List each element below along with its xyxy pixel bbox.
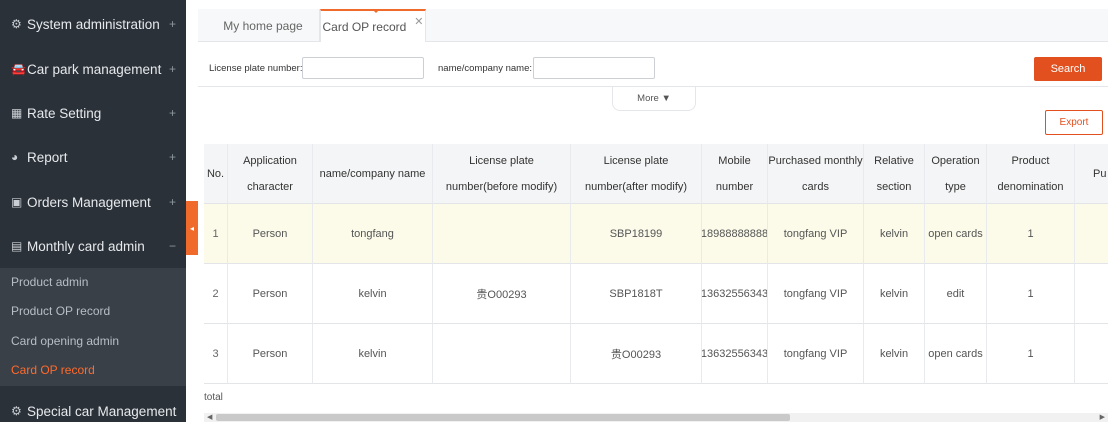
header-operation-type: Operation type (925, 144, 987, 204)
app-root: ⚙ System administration + 🚘 Car park man… (0, 0, 1108, 422)
sidebar-item-rate-setting[interactable]: ▦ Rate Setting + (0, 91, 186, 135)
sidebar-item-report[interactable]: ◕ Report + (0, 135, 186, 179)
expand-icon: + (168, 106, 176, 120)
card-icon: ▤ (11, 239, 23, 253)
close-icon[interactable]: ✕ (414, 15, 423, 28)
cell-purchased-cards: tongfang VIP (768, 324, 864, 384)
cell-product-denomination: 1 (987, 324, 1075, 384)
header-purchased-quantity: Pu qu (1075, 144, 1108, 204)
cell-mobile-number: 18988888888 (702, 204, 768, 264)
header-application-character: Application character (228, 144, 313, 204)
active-tab-marker (372, 9, 380, 13)
sidebar-item-monthly-card-admin[interactable]: ▤ Monthly card admin − (0, 224, 186, 268)
sidebar-item-label: Report (27, 149, 68, 165)
tab-label: My home page (223, 18, 303, 33)
expand-icon: + (168, 150, 176, 164)
scroll-right-icon[interactable]: ▶ (1100, 413, 1105, 422)
cell-plate-after: SBP1818T (571, 264, 702, 324)
cell-operation-type: open cards (925, 204, 987, 264)
cell-plate-before: 贵O00293 (433, 264, 571, 324)
scroll-left-icon[interactable]: ◀ (207, 413, 212, 422)
more-filters-button[interactable]: More ▼ (612, 87, 696, 111)
cell-name-company: tongfang (313, 204, 433, 264)
collapse-icon: − (168, 239, 176, 253)
car-icon: 🚘 (11, 62, 26, 76)
header-no: No. (204, 144, 228, 204)
cell-purchased-quantity (1075, 204, 1108, 264)
cell-plate-before (433, 324, 571, 384)
cell-product-denomination: 1 (987, 264, 1075, 324)
cell-relative-section: kelvin (864, 204, 925, 264)
cell-no: 1 (204, 204, 228, 264)
plate-number-label: License plate number: (209, 63, 303, 74)
cell-name-company: kelvin (313, 264, 433, 324)
header-purchased-cards: Purchased monthly cards (768, 144, 864, 204)
cell-plate-before (433, 204, 571, 264)
sidebar-item-label: Monthly card admin (27, 238, 145, 254)
gear-icon: ⚙ (11, 404, 22, 418)
monthly-card-submenu: Product admin Product OP record Card ope… (0, 268, 186, 386)
search-button[interactable]: Search (1034, 57, 1102, 81)
sidebar-item-label: Car park management (27, 61, 162, 77)
submenu-item-card-op-record[interactable]: Card OP record (11, 363, 95, 377)
cell-plate-after: SBP18199 (571, 204, 702, 264)
cell-no: 3 (204, 324, 228, 384)
submenu-item-card-opening-admin[interactable]: Card opening admin (11, 334, 119, 348)
export-button[interactable]: Export (1045, 110, 1103, 135)
sidebar-item-system-administration[interactable]: ⚙ System administration + (0, 2, 186, 46)
sidebar-collapse-toggle[interactable]: ◂ (186, 201, 198, 255)
cell-mobile-number: 13632556343 (702, 264, 768, 324)
orders-icon: ▣ (11, 195, 23, 209)
sidebar-item-label: System administration (27, 16, 160, 32)
sidebar-item-orders-management[interactable]: ▣ Orders Management + (0, 180, 186, 224)
expand-icon: + (168, 17, 176, 31)
expand-icon: + (168, 195, 176, 209)
cell-plate-after: 贵O00293 (571, 324, 702, 384)
tab-label: Card OP record (322, 19, 407, 34)
header-relative-section: Relative section (864, 144, 925, 204)
sidebar-item-label: Special car Management (27, 403, 177, 419)
header-plate-before: License plate number(before modify) (433, 144, 571, 204)
tab-my-home-page[interactable]: My home page (207, 9, 320, 42)
cell-application-character: Person (228, 324, 313, 384)
company-name-input[interactable] (533, 57, 655, 79)
expand-icon: + (168, 62, 176, 76)
sidebar: ⚙ System administration + 🚘 Car park man… (0, 0, 186, 422)
header-product-denomination: Product denomination (987, 144, 1075, 204)
gear-icon: ⚙ (11, 17, 22, 31)
cell-operation-type: open cards (925, 324, 987, 384)
header-name-company: name/company name (313, 144, 433, 204)
cell-purchased-cards: tongfang VIP (768, 264, 864, 324)
cell-operation-type: edit (925, 264, 987, 324)
horizontal-scrollbar[interactable]: ◀ ▶ (204, 413, 1108, 422)
submenu-item-product-admin[interactable]: Product admin (11, 275, 88, 289)
sidebar-item-car-park-management[interactable]: 🚘 Car park management + (0, 47, 186, 91)
cell-product-denomination: 1 (987, 204, 1075, 264)
cell-name-company: kelvin (313, 324, 433, 384)
tab-card-op-record[interactable]: Card OP record ✕ (320, 9, 426, 42)
cell-mobile-number: 13632556343 (702, 324, 768, 384)
submenu-item-product-op-record[interactable]: Product OP record (11, 304, 110, 318)
cell-application-character: Person (228, 204, 313, 264)
plate-number-input[interactable] (302, 57, 424, 79)
cell-application-character: Person (228, 264, 313, 324)
cell-purchased-cards: tongfang VIP (768, 204, 864, 264)
company-name-label: name/company name: (438, 63, 532, 74)
sidebar-item-special-car-management[interactable]: ⚙ Special car Management (0, 389, 186, 422)
rate-icon: ▦ (11, 106, 23, 120)
cell-purchased-quantity (1075, 324, 1108, 384)
top-strip (186, 0, 1108, 9)
records-table: No. Application character name/company n… (204, 144, 1108, 384)
cell-no: 2 (204, 264, 228, 324)
pie-chart-icon: ◕ (11, 150, 19, 164)
header-plate-after: License plate number(after modify) (571, 144, 702, 204)
header-mobile-number: Mobile number (702, 144, 768, 204)
sidebar-item-label: Orders Management (27, 194, 151, 210)
cell-purchased-quantity (1075, 264, 1108, 324)
total-label: total (204, 392, 223, 403)
scrollbar-thumb[interactable] (216, 414, 790, 421)
cell-relative-section: kelvin (864, 324, 925, 384)
cell-relative-section: kelvin (864, 264, 925, 324)
sidebar-item-label: Rate Setting (27, 105, 102, 121)
